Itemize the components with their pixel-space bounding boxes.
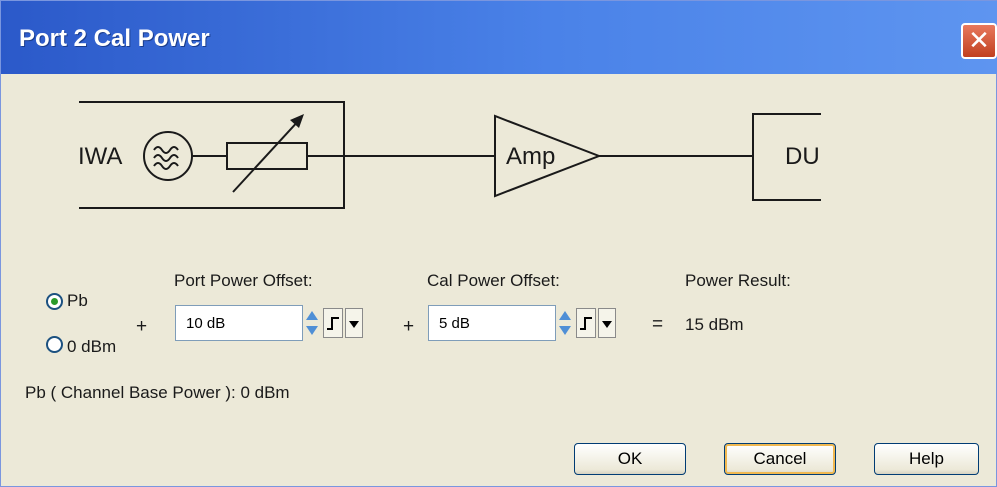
amp-label: Amp bbox=[506, 143, 555, 170]
window-title: Port 2 Cal Power bbox=[19, 25, 210, 52]
port-power-offset-label: Port Power Offset: bbox=[174, 271, 313, 290]
help-button[interactable]: Help bbox=[874, 443, 979, 475]
spin-down-icon[interactable] bbox=[306, 326, 318, 335]
step-icon bbox=[327, 317, 339, 330]
dut-label: DU bbox=[785, 143, 820, 170]
port-power-offset-spinner[interactable] bbox=[305, 305, 319, 341]
source-label: IWA bbox=[78, 143, 122, 170]
power-result-label: Power Result: bbox=[685, 271, 791, 290]
cal-power-offset-input[interactable]: 5 dB bbox=[428, 305, 556, 341]
zero-dbm-radio-label[interactable]: 0 dBm bbox=[67, 337, 116, 357]
zero-dbm-radio[interactable] bbox=[46, 336, 63, 353]
cal-power-offset-spinner[interactable] bbox=[558, 305, 572, 341]
spin-up-icon[interactable] bbox=[559, 311, 571, 320]
cal-power-dropdown-button[interactable] bbox=[598, 308, 616, 338]
step-icon bbox=[580, 317, 592, 330]
pb-radio[interactable] bbox=[46, 293, 63, 310]
plus-operator-2: + bbox=[403, 316, 415, 337]
close-icon: ✕ bbox=[968, 26, 990, 56]
port-power-step-button[interactable] bbox=[323, 308, 343, 338]
power-result-value: 15 dBm bbox=[685, 315, 744, 334]
channel-base-power-text: Pb ( Channel Base Power ): 0 dBm bbox=[25, 383, 290, 402]
port-power-dropdown-button[interactable] bbox=[345, 308, 363, 338]
variable-attenuator-icon bbox=[226, 114, 308, 193]
title-bar[interactable]: Port 2 Cal Power ✕ bbox=[1, 1, 997, 74]
equals-operator: = bbox=[652, 314, 664, 335]
ok-button[interactable]: OK bbox=[574, 443, 686, 475]
cancel-button[interactable]: Cancel bbox=[724, 443, 836, 475]
cal-power-step-button[interactable] bbox=[576, 308, 596, 338]
port-power-offset-input[interactable]: 10 dB bbox=[175, 305, 303, 341]
spin-up-icon[interactable] bbox=[306, 311, 318, 320]
signal-path-diagram: IWA Amp DU bbox=[78, 101, 821, 209]
plus-operator-1: + bbox=[136, 316, 148, 337]
cal-power-offset-label: Cal Power Offset: bbox=[427, 271, 560, 290]
pb-radio-label[interactable]: Pb bbox=[67, 291, 88, 311]
oscillator-icon bbox=[143, 131, 193, 181]
cal-power-dialog: Port 2 Cal Power ✕ IWA Amp DU Pb 0 dBm +… bbox=[0, 0, 997, 487]
close-button[interactable]: ✕ bbox=[961, 23, 997, 59]
spin-down-icon[interactable] bbox=[559, 326, 571, 335]
